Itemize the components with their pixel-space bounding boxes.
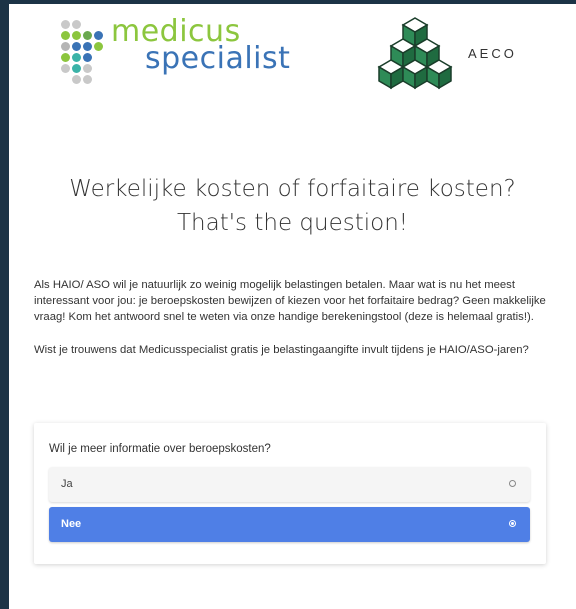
option-label: Ja <box>61 478 73 490</box>
dots-grid-icon <box>61 20 113 84</box>
intro-text: Als HAIO/ ASO wil je natuurlijk zo weini… <box>34 277 564 374</box>
page-container: medicus specialist AECO Werkelijke koste… <box>9 4 576 609</box>
aeco-wordmark: AECO <box>468 46 517 61</box>
radio-unselected-icon[interactable] <box>509 480 516 487</box>
intro-paragraph-2: Wist je trouwens dat Medicusspecialist g… <box>34 343 529 356</box>
intro-paragraph-1: Als HAIO/ ASO wil je natuurlijk zo weini… <box>34 279 546 324</box>
title-line-1: Werkelijke kosten of forfaitaire kosten? <box>69 176 516 202</box>
answer-option-ja[interactable]: Ja <box>49 467 530 502</box>
question-label: Wil je meer informatie over beroepskoste… <box>49 443 271 455</box>
aeco-cubes-icon <box>377 17 453 90</box>
page-title: Werkelijke kosten of forfaitaire kosten?… <box>9 172 576 240</box>
radio-selected-icon[interactable] <box>509 520 516 527</box>
specialist-wordmark: specialist <box>145 41 291 76</box>
option-label: Nee <box>61 518 82 530</box>
answer-option-nee[interactable]: Nee <box>49 507 530 542</box>
survey-question-card: Wil je meer informatie over beroepskoste… <box>34 423 546 564</box>
aeco-logo: AECO <box>374 16 544 92</box>
title-line-2: That's the question! <box>177 210 408 236</box>
medicus-specialist-logo: medicus specialist <box>61 16 311 88</box>
